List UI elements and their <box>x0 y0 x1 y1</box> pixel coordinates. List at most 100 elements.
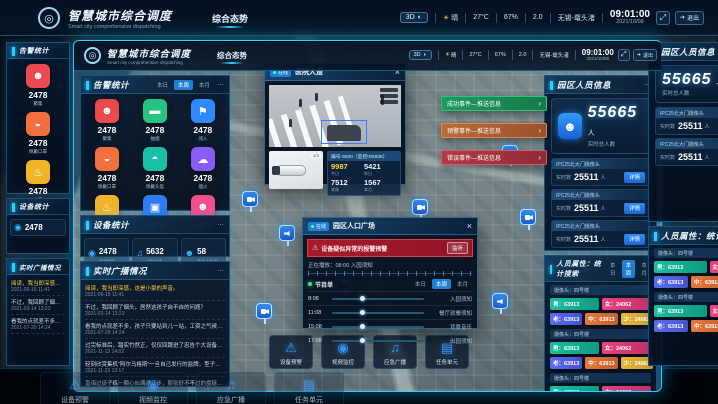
more-icon[interactable]: ⋯ <box>217 267 224 275</box>
outer-person-card: IPC25北大门摄像头 实时数 25511 人 详情 <box>655 107 718 135</box>
attr-tag-mid[interactable]: 中：63913 <box>585 357 617 369</box>
program-row[interactable]: 17:08出园须知 <box>308 333 472 347</box>
alarm-panel: 告警统计 本日 本周 本月 ⋯ ☻ 2478聚集 ▬ 2478抽烟 ⚑ <box>80 75 230 211</box>
broadcast-item[interactable]: 不过，我回顾了烟头，居然这孩子自不自的问题？2021-03-14 13:23 <box>85 301 225 320</box>
helmet-alarm-icon: ◓ <box>143 147 167 171</box>
attribute-group: 摄像头：四号楼 男：63913 女：24062 老：63913 中：63913 … <box>654 292 718 332</box>
listen-button[interactable]: 监听 <box>447 242 468 254</box>
camera-stat: 5421昨日 <box>364 162 397 178</box>
dock-broadcast[interactable]: ♫ 应急广播 <box>196 372 266 404</box>
attr-tag-old[interactable]: 老：63913 <box>654 276 688 288</box>
window-3d-toggle[interactable]: 3D◐ <box>409 50 432 60</box>
exit-icon: ➔ <box>680 14 685 21</box>
broadcast-item[interactable]: 阅读，我当即深感，这是小豪的声音。2021-06-15 11:41 <box>85 282 225 301</box>
dock-device-warning[interactable]: ⚠ 设备预警 <box>40 372 110 404</box>
broadcast-item[interactable]: 不过，我回顾了烟头，居然这孩子自不自的问题？ 2021-03-14 13:23 <box>11 296 65 315</box>
attr-tag-male[interactable]: 男：63913 <box>654 305 707 317</box>
outer-3d-toggle[interactable]: 3D◐ <box>400 12 428 23</box>
gather-alarm-icon: ☻ <box>95 99 119 123</box>
outer-alarm-panel: 告警统计 ☻ 2478聚集 ◒ 2478佩戴口罩 ♨ 2478火灾 <box>6 42 70 194</box>
tab-week[interactable]: 本周 <box>432 279 451 289</box>
attr-tag-old[interactable]: 老：63913 <box>550 357 582 369</box>
photo-pager[interactable]: 1/3 <box>311 153 321 158</box>
program-row[interactable]: 11:08餐厅就餐须知 <box>308 305 472 319</box>
attr-tag-female[interactable]: 女：24062 <box>602 342 651 354</box>
detail-button[interactable]: 详情 <box>624 234 645 245</box>
toast-warning[interactable]: 预警事件—推送信息› <box>441 123 547 138</box>
camera-map-marker[interactable] <box>412 199 428 215</box>
broadcast-item[interactable]: 看我的点就差不多，孩子只要站到儿一站，工资之气候…2021-07-20 14:2… <box>85 320 225 339</box>
tab-week[interactable]: 本周 <box>622 260 636 278</box>
attr-tag-male[interactable]: 男：63913 <box>654 261 707 273</box>
window-subtitle: Smart city comprehensive dispatching <box>107 60 191 65</box>
camera-stat: 1567本月 <box>364 178 397 194</box>
program-slider[interactable] <box>332 326 424 328</box>
attr-tag-female[interactable]: 女：24062 <box>602 386 651 392</box>
attr-tag-mid[interactable]: 中：63913 <box>585 313 617 325</box>
broadcast-item[interactable]: 阅读，我当即深感，这是小豪的声音。 2021-06-15 11:41 <box>11 277 65 296</box>
gather-alarm-icon: ☻ <box>26 64 50 88</box>
program-list-title: 节目单 <box>315 280 333 289</box>
dock-video-monitor[interactable]: ◉ 视频监控 <box>118 372 188 404</box>
tab-day[interactable]: 本日 <box>411 279 430 289</box>
camera-map-marker[interactable] <box>256 303 272 319</box>
exit-button[interactable]: ➔退出 <box>633 49 657 61</box>
attr-tag-male[interactable]: 男：63913 <box>550 298 599 310</box>
program-slider[interactable] <box>332 340 424 342</box>
window-tab-overview[interactable]: 综合态势 <box>217 50 247 61</box>
camera-map-marker[interactable] <box>520 209 536 225</box>
outer-tab-overview[interactable]: 综合态势 <box>212 12 248 25</box>
attr-tag-female[interactable]: 女：24062 <box>602 298 651 310</box>
attr-tag-mid[interactable]: 中：63913 <box>691 320 718 332</box>
program-row[interactable]: 15:08背景音乐 <box>308 319 472 333</box>
tab-month[interactable]: 本月 <box>453 279 472 289</box>
outer-dock: ⚠ 设备预警 ◉ 视频监控 ♫ 应急广播 ▤ 任务单元 <box>40 372 344 404</box>
dock-task-unit[interactable]: ▤ 任务单元 <box>274 372 344 404</box>
attr-tag-mid[interactable]: 中：63913 <box>691 276 718 288</box>
program-slider[interactable] <box>332 298 424 300</box>
tab-month[interactable]: 本月 <box>195 80 214 90</box>
broadcast-item[interactable]: 过完标准后，踏实竹然正，仅仅回跟进了忠告个大设备健造…2021-11-13 14… <box>85 339 225 358</box>
program-popup-title: 园区人口广场 <box>333 221 375 231</box>
attr-tag-male[interactable]: 男：63913 <box>550 342 599 354</box>
attr-tag-female[interactable]: 女：24062 <box>710 261 718 273</box>
program-row[interactable]: 8:08入园须知 <box>308 291 472 305</box>
broadcast-item[interactable]: 看我的点就差不多，孩子只要站到儿一站，工资之气候… 2021-07-20 14:… <box>11 315 65 334</box>
app-logo-icon: ◎ <box>38 7 60 29</box>
exit-button[interactable]: ➔退出 <box>675 11 704 25</box>
attr-tag-old[interactable]: 老：63913 <box>654 320 688 332</box>
camera-map-marker[interactable] <box>242 191 258 207</box>
temperature-value: 27°C <box>469 52 481 58</box>
more-icon[interactable]: ⋯ <box>217 221 224 229</box>
playback-progress[interactable] <box>308 271 472 276</box>
more-icon[interactable]: ⋯ <box>217 81 224 89</box>
close-icon[interactable]: × <box>467 222 472 231</box>
toast-success[interactable]: 成功事件—推送信息› <box>441 96 547 111</box>
detail-button[interactable]: 详情 <box>624 203 645 214</box>
online-status-badge: 在线 <box>308 222 329 231</box>
attr-tag-male[interactable]: 男：63913 <box>550 386 599 392</box>
fullscreen-button[interactable]: ⤢ <box>656 11 670 25</box>
detail-button[interactable]: 详情 <box>624 172 645 183</box>
device-title: 设备统计 <box>93 219 129 231</box>
speaker-map-marker[interactable] <box>279 225 295 241</box>
device-alert-banner: ⚠ 设备疑似异常的报警预警 监听 <box>307 239 473 257</box>
program-slider[interactable] <box>332 312 424 314</box>
weather-text: 晴 <box>451 13 458 23</box>
attr-tag-old[interactable]: 老：63913 <box>550 313 582 325</box>
outer-header: ◎ 智慧城市综合调度 Smart city comprehensive disp… <box>0 0 718 36</box>
dock-device-warning[interactable]: ⚠ 设备预警 <box>269 335 313 369</box>
camera-live-feed <box>269 85 401 147</box>
clock: 09:01:00 2021/10/08 <box>582 49 614 62</box>
toast-error[interactable]: 错误事件—推送信息› <box>441 150 547 165</box>
attr-tag-female[interactable]: 女：24062 <box>710 305 718 317</box>
tab-week[interactable]: 本周 <box>174 80 193 90</box>
attribute-title: 人员属性：统计搜索 <box>556 259 606 279</box>
alarm-tile-mask: ◒ 2478佩戴口罩 <box>83 145 131 193</box>
fullscreen-button[interactable]: ⤢ <box>618 49 630 61</box>
smart-city-dashboard: ◎ 智慧城市综合调度 Smart city comprehensive disp… <box>0 0 718 404</box>
wind-value: 2.0 <box>519 52 527 58</box>
tab-day[interactable]: 本日 <box>153 80 172 90</box>
speaker-map-marker[interactable] <box>492 293 508 309</box>
tab-day[interactable]: 本日 <box>606 260 620 278</box>
